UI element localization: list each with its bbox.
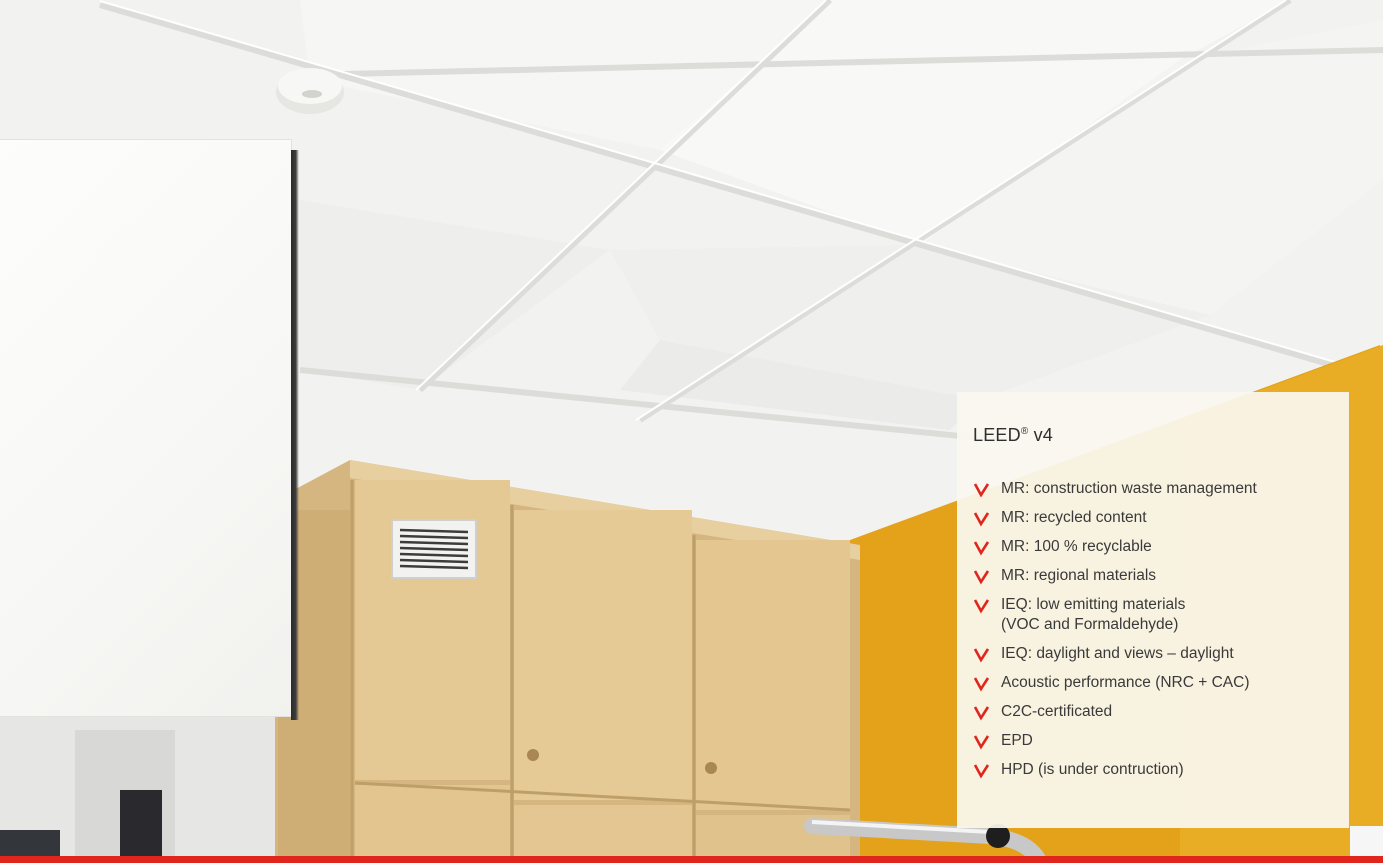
leed-info-card: LEED® v4 MR: construction waste manageme… (957, 392, 1349, 828)
red-arrow-icon (973, 541, 990, 556)
list-item: IEQ: low emitting materials (VOC and For… (973, 595, 1343, 635)
red-accent-bar (0, 856, 1383, 863)
list-item: HPD (is under contruction) (973, 760, 1343, 780)
ceiling-tile-swatch (0, 140, 291, 716)
monitor (120, 790, 162, 863)
list-item-text: MR: construction waste management (1001, 480, 1257, 497)
red-arrow-icon (973, 677, 990, 692)
list-item-text: MR: regional materials (1001, 567, 1157, 584)
smoke-detector (276, 68, 344, 114)
list-item: MR: recycled content (973, 508, 1343, 528)
list-item-text: HPD (is under contruction) (1001, 761, 1184, 778)
list-item-text-continued: (VOC and Formaldehyde) (1001, 616, 1179, 633)
list-item: MR: 100 % recyclable (973, 537, 1343, 557)
list-item: C2C-certificated (973, 702, 1343, 722)
red-arrow-icon (973, 764, 990, 779)
red-arrow-icon (973, 599, 990, 614)
leed-title: LEED® v4 (973, 425, 1054, 445)
list-item: EPD (973, 731, 1343, 751)
list-item: Acoustic performance (NRC + CAC) (973, 673, 1343, 693)
red-arrow-icon (973, 735, 990, 750)
red-arrow-icon (973, 483, 990, 498)
list-item: IEQ: daylight and views – daylight (973, 644, 1343, 664)
red-arrow-icon (973, 648, 990, 663)
list-item-text: IEQ: low emitting materials (1001, 596, 1186, 613)
leed-criteria-list: MR: construction waste management MR: re… (973, 479, 1343, 789)
list-item: MR: construction waste management (973, 479, 1343, 499)
list-item-text: EPD (1001, 732, 1033, 749)
list-item-text: IEQ: daylight and views – daylight (1001, 645, 1234, 662)
red-arrow-icon (973, 706, 990, 721)
list-item-text: C2C-certificated (1001, 703, 1113, 720)
list-item: MR: regional materials (973, 566, 1343, 586)
list-item-text: MR: recycled content (1001, 509, 1147, 526)
red-arrow-icon (973, 512, 990, 527)
list-item-text: MR: 100 % recyclable (1001, 538, 1152, 555)
red-arrow-icon (973, 570, 990, 585)
swatch-shadow (291, 150, 299, 720)
list-item-text: Acoustic performance (NRC + CAC) (1001, 674, 1250, 691)
